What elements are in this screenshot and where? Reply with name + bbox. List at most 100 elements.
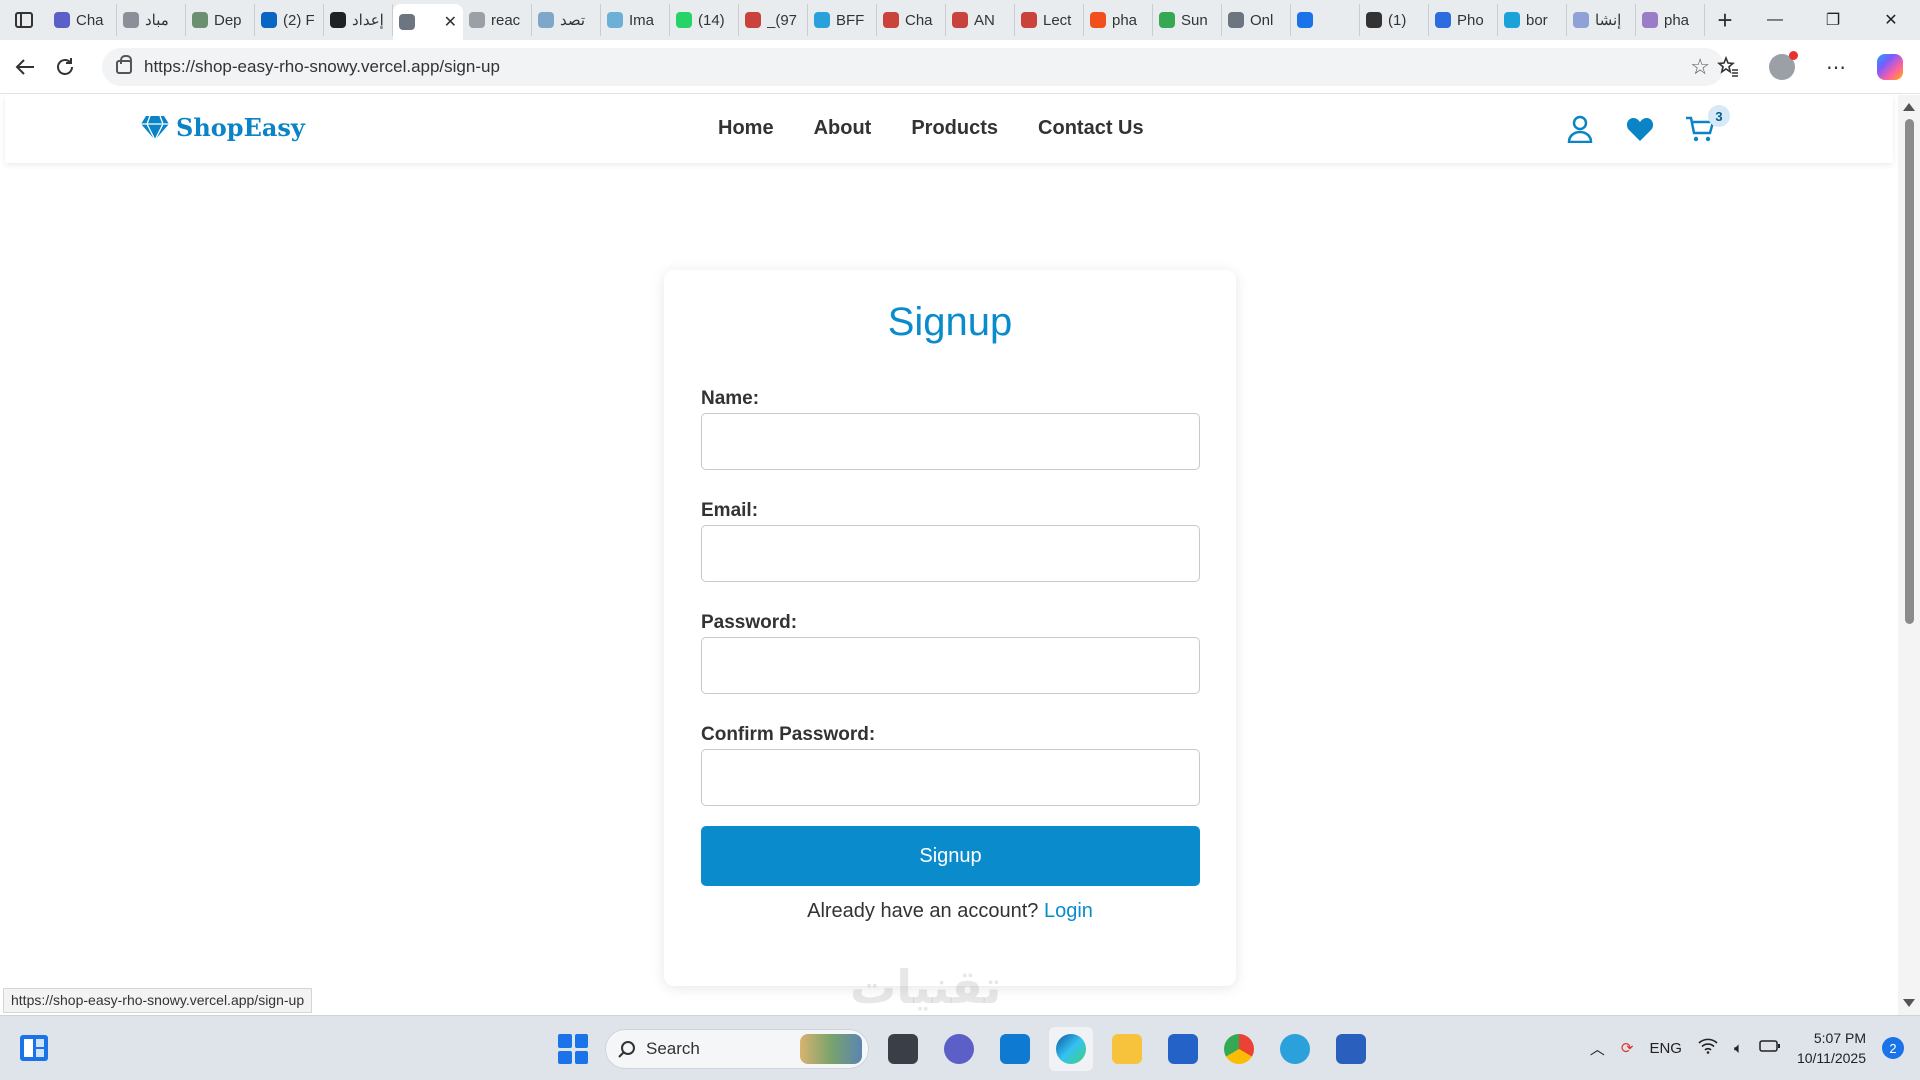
confirm-password-field[interactable]	[701, 749, 1200, 806]
store-app[interactable]	[1161, 1027, 1205, 1071]
edge-app[interactable]	[1049, 1027, 1093, 1071]
cart-button[interactable]: 3	[1684, 105, 1730, 145]
nav-home[interactable]: Home	[718, 117, 774, 140]
vscode-app[interactable]	[993, 1027, 1037, 1071]
back-button[interactable]	[5, 47, 45, 87]
browser-tab[interactable]: مباد	[117, 4, 186, 36]
restore-button[interactable]: ❐	[1804, 0, 1862, 40]
tab-title: Cha	[905, 11, 933, 29]
browser-tab[interactable]: Onl	[1222, 4, 1291, 36]
login-prompt-text: Already have an account?	[807, 900, 1039, 922]
notification-badge[interactable]: 2	[1882, 1037, 1904, 1059]
browser-tab[interactable]	[1291, 4, 1360, 36]
taskbar-search[interactable]: Search	[605, 1029, 869, 1069]
telegram-icon	[1280, 1034, 1310, 1064]
folder-app[interactable]	[1105, 1027, 1149, 1071]
tab-title: Onl	[1250, 11, 1274, 29]
wishlist-button[interactable]	[1624, 113, 1656, 145]
scroll-up-icon[interactable]	[1903, 103, 1915, 111]
browser-tab[interactable]: Dep	[186, 4, 255, 36]
favorites-button[interactable]	[1708, 47, 1748, 87]
signup-button[interactable]: Signup	[701, 826, 1200, 886]
browser-tab[interactable]: (14)	[670, 4, 739, 36]
file-explorer-app[interactable]	[881, 1027, 925, 1071]
nav-about[interactable]: About	[814, 117, 872, 140]
word-app[interactable]	[1329, 1027, 1373, 1071]
tab-active[interactable]: ✕	[393, 4, 463, 40]
browser-tab[interactable]: (2) F	[255, 4, 324, 36]
account-button[interactable]	[1564, 113, 1596, 145]
reload-button[interactable]	[45, 47, 85, 87]
browser-tab[interactable]: reac	[463, 4, 532, 36]
browser-tab[interactable]: Lect	[1015, 4, 1084, 36]
browser-tab[interactable]: Cha	[877, 4, 946, 36]
tab-title: Sun	[1181, 11, 1208, 29]
copilot-app[interactable]	[937, 1027, 981, 1071]
cart-count-badge: 3	[1708, 105, 1730, 127]
minimize-button[interactable]: —	[1746, 0, 1804, 40]
windows-taskbar: Search ︿ ⟳ ENG 🔈︎ 5:07 PM 10/11/2025 2	[0, 1015, 1920, 1080]
tab-title: تصد	[560, 12, 586, 29]
browser-tab[interactable]: BFF	[808, 4, 877, 36]
page-scrollbar[interactable]	[1898, 95, 1920, 1015]
nav-products[interactable]: Products	[911, 117, 998, 140]
email-field[interactable]	[701, 525, 1200, 582]
tab-title: pha	[1664, 11, 1690, 29]
widgets-button[interactable]	[18, 1033, 50, 1063]
reload-icon	[57, 57, 73, 75]
more-menu-button[interactable]: ⋯	[1816, 47, 1856, 87]
address-bar[interactable]: https://shop-easy-rho-snowy.vercel.app/s…	[102, 48, 1724, 86]
wifi-icon[interactable]	[1698, 1038, 1718, 1058]
browser-tab[interactable]: bor	[1498, 4, 1567, 36]
clock[interactable]: 5:07 PM 10/11/2025	[1797, 1028, 1866, 1068]
back-arrow-icon	[15, 58, 34, 75]
password-field[interactable]	[701, 637, 1200, 694]
copilot-button[interactable]	[1870, 47, 1910, 87]
chrome-app[interactable]	[1217, 1027, 1261, 1071]
volume-icon[interactable]: 🔈︎	[1734, 1040, 1743, 1057]
name-field[interactable]	[701, 413, 1200, 470]
browser-tab[interactable]: Pho	[1429, 4, 1498, 36]
language-indicator[interactable]: ENG	[1649, 1040, 1682, 1057]
sync-icon[interactable]: ⟳	[1621, 1039, 1634, 1057]
profile-button[interactable]	[1762, 47, 1802, 87]
browser-tab[interactable]: إنشا	[1567, 4, 1636, 36]
battery-icon[interactable]	[1759, 1039, 1781, 1057]
browser-tab-strip: Cha مباد Dep (2) F إعداد ✕ reac تصد Ima (14) _(97 B…	[0, 0, 1920, 40]
scroll-down-icon[interactable]	[1903, 999, 1915, 1007]
browser-tab[interactable]: تصد	[532, 4, 601, 36]
bracket-icon	[1366, 12, 1382, 28]
browser-tab[interactable]: Sun	[1153, 4, 1222, 36]
tab-title: Lect	[1043, 11, 1072, 29]
browser-tab[interactable]: pha	[1636, 4, 1705, 36]
close-tab-icon[interactable]: ✕	[444, 12, 457, 32]
name-label: Name:	[701, 388, 760, 409]
close-window-button[interactable]: ✕	[1862, 0, 1920, 40]
new-tab-button[interactable]: +	[1705, 0, 1745, 40]
browser-tab[interactable]: pha	[1084, 4, 1153, 36]
browser-tab[interactable]: Ima	[601, 4, 670, 36]
browser-tab[interactable]: AN	[946, 4, 1015, 36]
telegram-app[interactable]	[1273, 1027, 1317, 1071]
browser-tab[interactable]: _(97	[739, 4, 808, 36]
site-logo[interactable]: ShopEasy	[140, 113, 305, 142]
avatar	[1769, 51, 1798, 80]
scroll-thumb[interactable]	[1905, 119, 1914, 624]
browser-tab[interactable]: (1)	[1360, 4, 1429, 36]
nav-contact-us[interactable]: Contact Us	[1038, 117, 1144, 140]
start-button[interactable]	[553, 1029, 593, 1069]
login-prompt: Already have an account? Login	[664, 900, 1236, 923]
tab-title: _(97	[767, 11, 798, 29]
site-header: ShopEasy Home About Products Contact Us …	[5, 95, 1893, 163]
site-info-icon[interactable]	[116, 55, 132, 74]
browser-tab[interactable]: Cha	[48, 4, 117, 36]
address-url[interactable]: https://shop-easy-rho-snowy.vercel.app/s…	[144, 57, 1690, 77]
tab-actions-button[interactable]	[0, 0, 48, 40]
chevron-up-icon[interactable]: ︿	[1590, 1038, 1605, 1059]
tab-actions-icon	[15, 12, 33, 28]
diamond-icon	[141, 115, 169, 141]
browser-tab[interactable]: إعداد	[324, 4, 393, 36]
login-link[interactable]: Login	[1044, 900, 1093, 922]
file-explorer-icon	[888, 1034, 918, 1064]
page-title: Signup	[887, 300, 1013, 344]
